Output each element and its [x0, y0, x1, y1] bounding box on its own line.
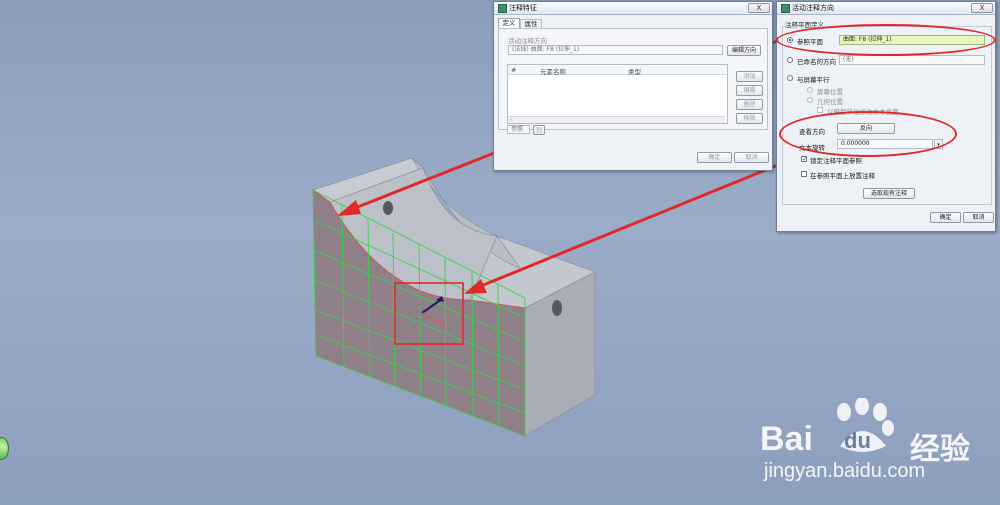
- edit-button[interactable]: 编辑: [736, 85, 763, 96]
- named-direction-select[interactable]: (无): [839, 55, 985, 65]
- annotation-feature-dialog: 注释特征 X 定义 属性 活动注释方向 (法线) 曲面: F8 (拉伸_1) 编…: [493, 1, 773, 171]
- right-hole: [552, 300, 562, 316]
- annotation-feature-title: 注释特征: [509, 4, 537, 12]
- elements-table: # 元素名称 类型 ‹: [507, 64, 728, 124]
- watermark-url: jingyan.baidu.com: [764, 460, 926, 482]
- place-on-plane-checkbox[interactable]: [801, 171, 807, 177]
- screen-parallel-label: 与屏幕平行: [797, 76, 830, 84]
- col-index: #: [511, 66, 517, 74]
- screen-position-radio[interactable]: [807, 87, 813, 93]
- watermark-brand: Bai: [760, 420, 813, 458]
- ok-button[interactable]: 确定: [930, 212, 961, 223]
- ok-button[interactable]: 确定: [697, 152, 732, 163]
- highlight-ellipse-ref-plane: [776, 24, 996, 56]
- list-button[interactable]: 列: [533, 125, 545, 135]
- close-icon[interactable]: X: [971, 3, 993, 13]
- tab-define[interactable]: 定义: [498, 18, 520, 28]
- named-direction-radio[interactable]: [787, 57, 793, 63]
- delete-button[interactable]: 删除: [736, 99, 763, 110]
- table-scrollbar[interactable]: ‹: [508, 116, 725, 123]
- watermark-brand-du: du: [844, 428, 871, 453]
- remove-button[interactable]: 移除: [736, 113, 763, 124]
- close-icon[interactable]: X: [748, 3, 770, 13]
- annotation-feature-titlebar: 注释特征 X: [494, 2, 772, 15]
- add-button[interactable]: 添加: [736, 71, 763, 82]
- col-type: 类型: [628, 68, 641, 76]
- orientation-titlebar: 活动注释方向 X: [777, 2, 995, 15]
- col-element-name: 元素名称: [540, 68, 566, 76]
- edit-direction-button[interactable]: 编辑方向: [727, 45, 761, 56]
- table-header: # 元素名称 类型: [508, 65, 727, 76]
- dialog-app-icon: [498, 4, 507, 13]
- model-units-checkbox[interactable]: [817, 107, 823, 113]
- named-direction-label: 已命名的方向: [797, 58, 836, 66]
- highlight-ellipse-view-direction: [779, 111, 957, 157]
- place-on-plane-label: 在参照平面上放置注释: [810, 172, 875, 180]
- direction-group-label: 活动注释方向: [508, 37, 547, 45]
- callout-arrow-2: [475, 158, 791, 290]
- orientation-title: 活动注释方向: [792, 4, 834, 12]
- cancel-button[interactable]: 取消: [734, 152, 769, 163]
- direction-field[interactable]: (法线) 曲面: F8 (拉伸_1): [508, 45, 723, 55]
- reference-select[interactable]: 参照: [507, 125, 530, 134]
- geometry-position-radio[interactable]: [807, 97, 813, 103]
- tab-properties[interactable]: 属性: [520, 19, 542, 28]
- baidu-watermark: Bai du 经验 jingyan.baidu.com: [760, 398, 995, 488]
- dialog-app-icon: [781, 4, 790, 13]
- screen-parallel-radio[interactable]: [787, 75, 793, 81]
- top-hole: [383, 201, 393, 215]
- cancel-button[interactable]: 取消: [963, 212, 994, 223]
- lock-plane-checkbox[interactable]: ✓: [801, 156, 807, 163]
- select-existing-button[interactable]: 选取现有注释: [863, 188, 915, 199]
- geometry-position-label: 几何位置: [817, 98, 843, 106]
- screen-position-label: 屏幕位置: [817, 88, 843, 96]
